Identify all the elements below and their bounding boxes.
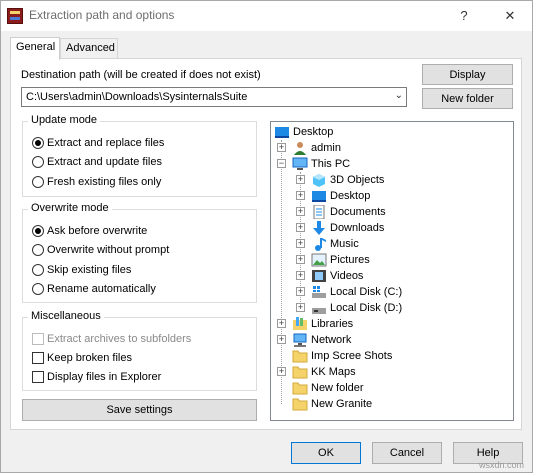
cube-icon — [311, 173, 327, 187]
network-icon — [292, 333, 308, 347]
video-icon — [311, 269, 327, 283]
expand-plus-icon[interactable]: + — [296, 287, 305, 296]
radio-button[interactable] — [32, 283, 44, 295]
expand-plus-icon[interactable]: + — [277, 143, 286, 152]
tree-item-new-folder[interactable]: New folder — [292, 380, 364, 396]
music-icon — [311, 237, 327, 251]
expand-plus-icon[interactable]: + — [296, 175, 305, 184]
tree-item-documents[interactable]: Documents — [311, 204, 386, 220]
folder-tree[interactable]: Desktop + admin − This PC + 3D Objects +… — [270, 121, 514, 421]
expand-plus-icon[interactable]: + — [277, 335, 286, 344]
tree-item-pictures[interactable]: Pictures — [311, 252, 370, 268]
expand-plus-icon[interactable]: + — [277, 319, 286, 328]
radio-skip-existing[interactable]: Skip existing files — [32, 262, 131, 278]
tree-item-desktop-root[interactable]: Desktop — [274, 124, 333, 140]
check-display-in-explorer[interactable]: Display files in Explorer — [32, 369, 161, 385]
tree-item-kk-maps[interactable]: KK Maps — [292, 364, 356, 380]
miscellaneous-group: Miscellaneous Extract archives to subfol… — [22, 310, 257, 391]
expand-plus-icon[interactable]: + — [296, 255, 305, 264]
radio-button[interactable] — [32, 176, 44, 188]
radio-overwrite-without-prompt[interactable]: Overwrite without prompt — [32, 242, 169, 258]
desktop-icon — [274, 125, 290, 139]
folder-icon — [292, 381, 308, 395]
update-mode-title: Update mode — [28, 114, 101, 126]
expand-plus-icon[interactable]: + — [296, 303, 305, 312]
tree-item-network[interactable]: Network — [292, 332, 351, 348]
tree-item-3d-objects[interactable]: 3D Objects — [311, 172, 384, 188]
expand-plus-icon[interactable]: + — [296, 223, 305, 232]
tree-item-new-granite[interactable]: New Granite — [292, 396, 372, 412]
drive-icon — [311, 301, 327, 315]
computer-icon — [292, 157, 308, 171]
check-extract-to-subfolders[interactable]: Extract archives to subfolders — [32, 331, 191, 347]
miscellaneous-title: Miscellaneous — [28, 310, 104, 322]
expand-plus-icon[interactable]: + — [296, 191, 305, 200]
tree-item-admin[interactable]: admin — [292, 140, 341, 156]
expand-plus-icon[interactable]: + — [296, 271, 305, 280]
radio-button[interactable] — [32, 244, 44, 256]
download-icon — [311, 221, 327, 235]
tree-item-videos[interactable]: Videos — [311, 268, 363, 284]
tree-item-local-disk-c[interactable]: Local Disk (C:) — [311, 284, 402, 300]
radio-rename-automatically[interactable]: Rename automatically — [32, 281, 156, 297]
checkbox[interactable] — [32, 371, 44, 383]
new-folder-button[interactable]: New folder — [422, 88, 513, 109]
desktop-icon — [311, 189, 327, 203]
tree-item-this-pc[interactable]: This PC — [292, 156, 350, 172]
help-icon[interactable]: ? — [453, 5, 475, 27]
radio-button[interactable] — [32, 264, 44, 276]
radio-button[interactable] — [32, 137, 44, 149]
update-mode-group: Update mode Extract and replace files Ex… — [22, 114, 257, 197]
tree-item-imp-scree-shots[interactable]: Imp Scree Shots — [292, 348, 392, 364]
folder-icon — [292, 397, 308, 411]
tree-connector — [281, 140, 282, 404]
tree-item-desktop[interactable]: Desktop — [311, 188, 370, 204]
save-settings-button[interactable]: Save settings — [22, 399, 257, 421]
document-icon — [311, 204, 327, 220]
tree-item-libraries[interactable]: Libraries — [292, 316, 353, 332]
expand-plus-icon[interactable]: + — [296, 207, 305, 216]
windows-drive-icon — [311, 285, 327, 299]
title-bar[interactable]: Extraction path and options ? ✕ — [1, 1, 532, 31]
general-tab-panel: Destination path (will be created if doe… — [10, 58, 522, 430]
library-icon — [292, 317, 308, 331]
overwrite-mode-title: Overwrite mode — [28, 202, 112, 214]
folder-icon — [292, 365, 308, 379]
check-keep-broken-files[interactable]: Keep broken files — [32, 350, 132, 366]
overwrite-mode-group: Overwrite mode Ask before overwrite Over… — [22, 202, 257, 303]
folder-icon — [292, 349, 308, 363]
tab-advanced[interactable]: Advanced — [60, 38, 118, 59]
radio-button[interactable] — [32, 156, 44, 168]
destination-path-label: Destination path (will be created if doe… — [21, 69, 261, 81]
close-icon[interactable]: ✕ — [499, 5, 521, 27]
winrar-app-icon — [7, 8, 23, 24]
watermark-text: wsxdn.com — [478, 460, 524, 470]
picture-icon — [311, 253, 327, 267]
tab-general[interactable]: General — [10, 37, 60, 60]
radio-ask-before-overwrite[interactable]: Ask before overwrite — [32, 223, 147, 239]
extraction-dialog: Extraction path and options ? ✕ General … — [0, 0, 533, 473]
expand-plus-icon[interactable]: + — [296, 239, 305, 248]
destination-path-combo[interactable]: C:\Users\admin\Downloads\SysinternalsSui… — [21, 87, 407, 107]
radio-fresh-existing[interactable]: Fresh existing files only — [32, 174, 161, 190]
tree-item-local-disk-d[interactable]: Local Disk (D:) — [311, 300, 402, 316]
user-icon — [292, 141, 308, 155]
radio-extract-update[interactable]: Extract and update files — [32, 154, 162, 170]
window-title: Extraction path and options — [29, 8, 175, 22]
checkbox[interactable] — [32, 352, 44, 364]
collapse-minus-icon[interactable]: − — [277, 159, 286, 168]
tree-item-music[interactable]: Music — [311, 236, 359, 252]
ok-button[interactable]: OK — [291, 442, 361, 464]
checkbox[interactable] — [32, 333, 44, 345]
destination-path-value: C:\Users\admin\Downloads\SysinternalsSui… — [26, 91, 248, 103]
cancel-button[interactable]: Cancel — [372, 442, 442, 464]
chevron-down-icon[interactable]: ⌄ — [395, 90, 403, 101]
expand-plus-icon[interactable]: + — [277, 367, 286, 376]
radio-button[interactable] — [32, 225, 44, 237]
tree-item-downloads[interactable]: Downloads — [311, 220, 384, 236]
radio-extract-replace[interactable]: Extract and replace files — [32, 135, 164, 151]
display-button[interactable]: Display — [422, 64, 513, 85]
